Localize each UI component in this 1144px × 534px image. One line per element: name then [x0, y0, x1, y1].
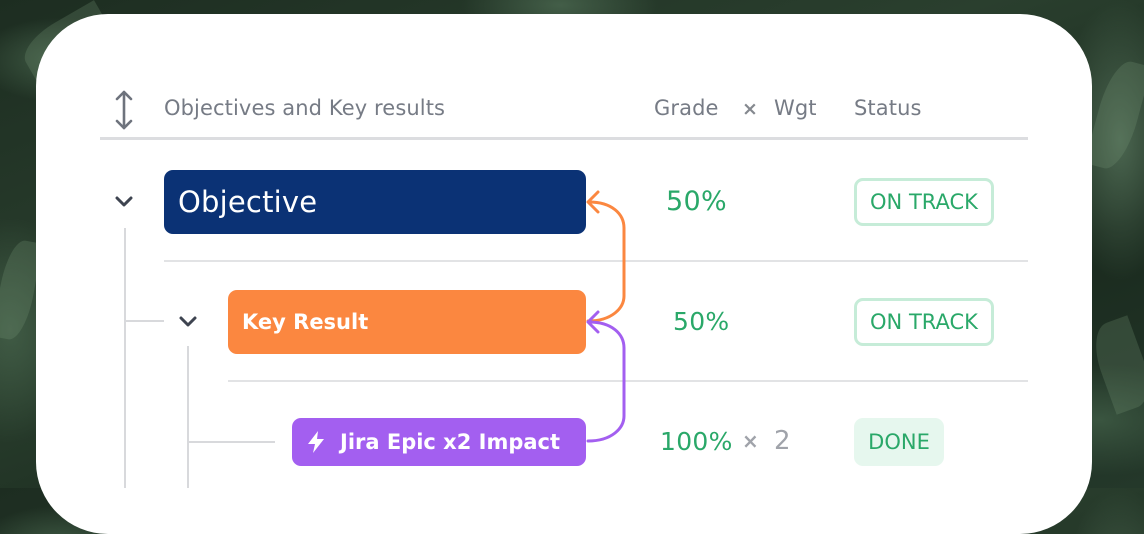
jira-epic-grade: 100% [660, 427, 733, 456]
link-arrows [586, 190, 626, 488]
jira-epic-weight: 2 [774, 426, 791, 456]
key-result-grade: 50% [673, 307, 730, 336]
jira-epic-status-badge[interactable]: DONE [854, 418, 944, 466]
key-result-status-badge[interactable]: ON TRACK [854, 298, 994, 346]
times-icon: × [742, 429, 759, 453]
objective-grade: 50% [666, 186, 727, 217]
objective-status-badge[interactable]: ON TRACK [854, 178, 994, 226]
